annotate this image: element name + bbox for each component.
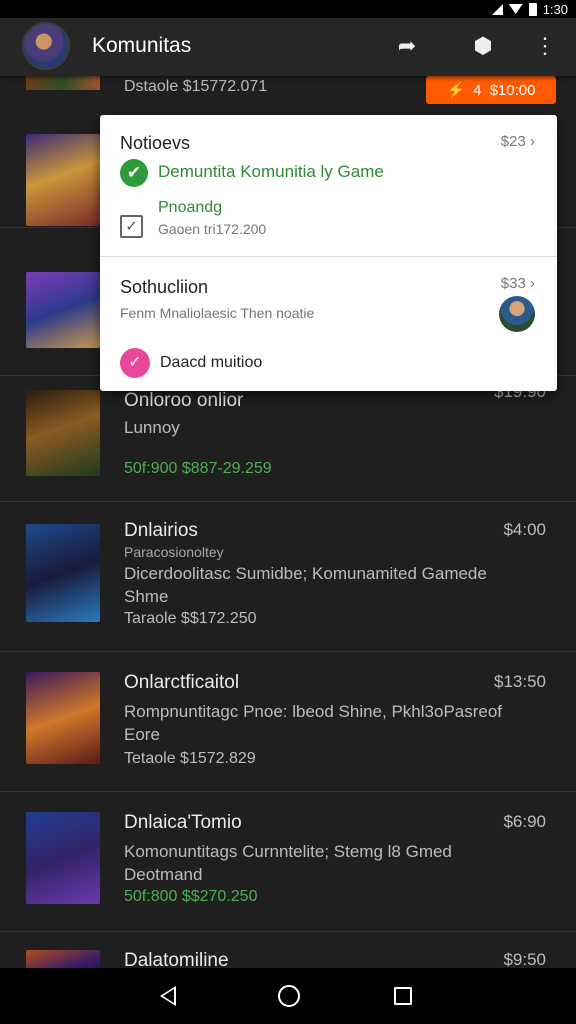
- home-icon[interactable]: [278, 985, 300, 1007]
- list-item-partial[interactable]: Dstaole $15772.071 ⚡ 4 $10:00: [0, 76, 576, 106]
- game-thumbnail: [26, 134, 100, 226]
- app-bar: Komunitas ➦ ⬢ ⋮: [0, 18, 576, 76]
- notices-header: Notioevs: [120, 133, 191, 153]
- item-name: Dalatomiline: [124, 950, 229, 968]
- item-name: Dnlaica'Tomio: [124, 812, 242, 833]
- item-price: $9:50: [503, 950, 546, 968]
- item-name: Onlarctficaitol: [124, 672, 240, 693]
- list-item[interactable]: Dalatomiline $9:50: [0, 932, 576, 968]
- check-circle-icon: ✔: [120, 159, 148, 187]
- shield-icon[interactable]: ⬢: [468, 31, 498, 61]
- game-thumbnail: [26, 950, 100, 968]
- item-meta: 50f:900 $887-29.259: [124, 460, 272, 477]
- item-meta: Tetaole $1572.829: [124, 750, 256, 767]
- ok-label[interactable]: Demuntita Komunitia ly Game: [158, 162, 384, 182]
- list-item[interactable]: Onlarctficaitol $13:50 Rompnuntitagc Pno…: [0, 652, 576, 792]
- item-price: $6:90: [503, 812, 546, 831]
- more-icon[interactable]: ⋮: [530, 31, 560, 61]
- badge-count: 4: [473, 81, 482, 99]
- solution-price[interactable]: $33 ›: [501, 275, 535, 292]
- offer-badge[interactable]: ⚡ 4 $10:00: [426, 76, 556, 104]
- notification-popup: Notioevs $23 › ✔ Demuntita Komunitia ly …: [100, 115, 557, 391]
- list-item[interactable]: Onloroo onlior $19:90 Lunnoy 50f:900 $88…: [0, 376, 576, 502]
- checkbox[interactable]: ✓: [120, 215, 143, 238]
- item-name: Dnlairios: [124, 520, 198, 541]
- notices-section: Notioevs $23 › ✔ Demuntita Komunitia ly …: [100, 115, 557, 257]
- back-icon[interactable]: [160, 986, 176, 1006]
- system-nav-bar: [0, 968, 576, 1024]
- item-meta: Taraole $$172.250: [124, 610, 257, 627]
- partial-item-text: Dstaole $15772.071: [124, 78, 268, 95]
- game-thumbnail: [26, 76, 100, 90]
- status-icons: 1:30: [491, 0, 568, 18]
- pink-action-label[interactable]: Daacd muitioo: [160, 354, 262, 372]
- notices-price-value: $23: [500, 133, 526, 150]
- game-thumbnail: [26, 524, 100, 622]
- item-desc: Lunnoy: [124, 418, 180, 437]
- signal-icon: [491, 3, 503, 15]
- notices-price[interactable]: $23 ›: [501, 133, 535, 150]
- flame-icon: ⚡: [446, 82, 466, 99]
- wifi-icon: [508, 4, 523, 14]
- pending-sub: Gaoen tri172.200: [158, 221, 267, 237]
- list-item[interactable]: Dnlairios $4:00 Paracosionoltey Dicerdoo…: [0, 502, 576, 652]
- item-meta: 50f:800 $$270.250: [124, 888, 258, 905]
- solution-price-value: $33: [500, 275, 526, 292]
- recents-icon[interactable]: [394, 987, 412, 1005]
- community-avatar[interactable]: [22, 22, 70, 70]
- badge-price: $10:00: [489, 81, 536, 99]
- chevron-right-icon: ›: [530, 275, 535, 292]
- solution-header: Sothucliion: [120, 277, 209, 297]
- item-desc: Dicerdoolitasc Sumidbe; Komunamited Game…: [124, 564, 487, 606]
- check-circle-pink-icon: ✓: [120, 348, 150, 378]
- item-desc: Komonuntitags Curnntelite; Stemg l8 Gmed…: [124, 842, 452, 884]
- list-item[interactable]: Dnlaica'Tomio $6:90 Komonuntitags Curnnt…: [0, 792, 576, 932]
- solution-text: Fenm Mnaliolaesic Then noatie: [120, 305, 315, 321]
- game-thumbnail: [26, 812, 100, 904]
- user-avatar[interactable]: [499, 296, 535, 332]
- share-icon[interactable]: ➦: [392, 31, 422, 61]
- status-time: 1:30: [542, 1, 568, 17]
- chevron-right-icon: ›: [530, 133, 535, 150]
- game-thumbnail: [26, 390, 100, 476]
- battery-icon: [528, 2, 537, 16]
- item-name: Onloroo onlior: [124, 390, 244, 411]
- pending-title: Pnoandg: [158, 199, 223, 216]
- item-price: $4:00: [503, 520, 546, 539]
- item-sub: Paracosionoltey: [124, 544, 224, 560]
- page-title: Komunitas: [92, 34, 192, 57]
- game-thumbnail: [26, 672, 100, 764]
- status-bar: 1:30: [0, 0, 576, 18]
- game-thumbnail: [26, 272, 100, 348]
- item-desc: Rompnuntitagc Pnoe: lbeod Shine, Pkhl3oP…: [124, 702, 503, 744]
- item-price: $13:50: [494, 672, 546, 691]
